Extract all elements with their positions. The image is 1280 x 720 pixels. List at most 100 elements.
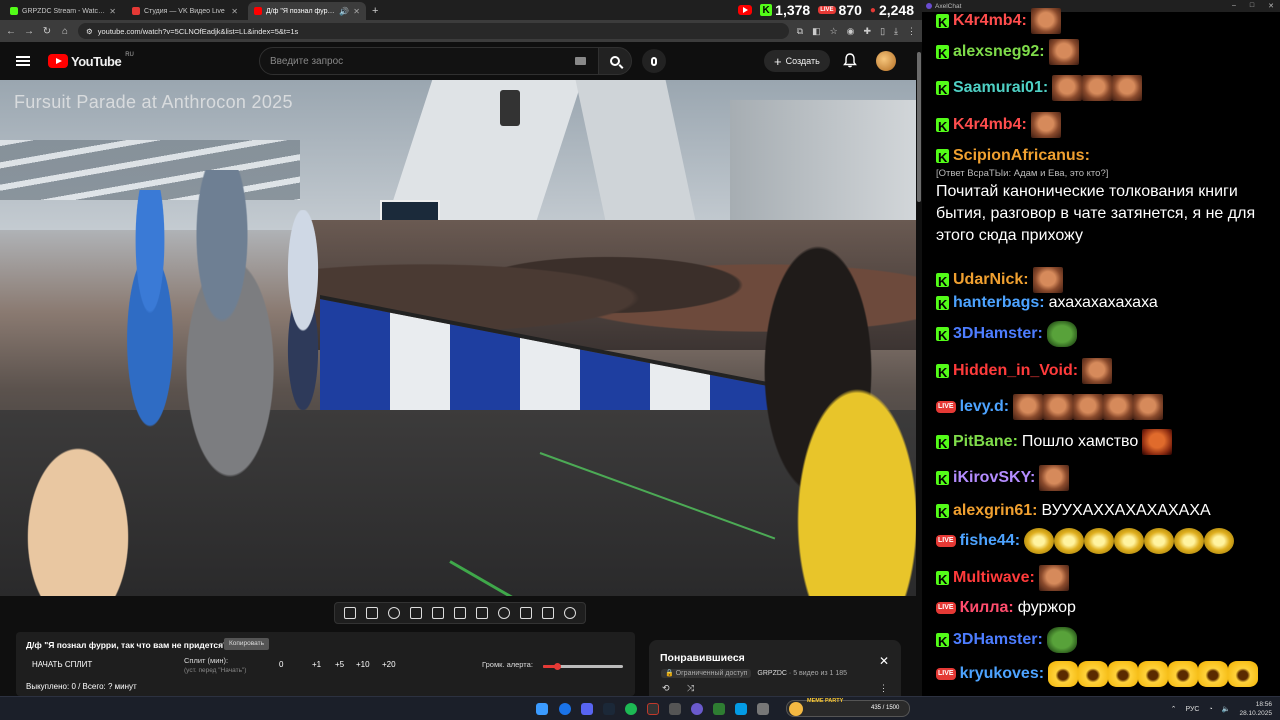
media-icon[interactable]: ◧ [812,26,821,37]
menu-icon[interactable]: ⋮ [907,26,916,37]
browser-tab-vk[interactable]: Студия — VK Видео Live ✕ [126,2,244,20]
chat-nick[interactable]: alexsneg92: [953,43,1045,60]
create-button[interactable]: + Создать [764,50,830,72]
notifications-bell-icon[interactable] [843,53,857,68]
close-tab-icon[interactable]: ✕ [109,7,116,16]
start-split-button[interactable]: НАЧАТЬ СПЛИТ [32,660,92,669]
back-icon[interactable]: ← [6,26,16,37]
chat-nick[interactable]: Multiwave: [953,569,1035,586]
sort-icon[interactable] [366,607,378,619]
chat-nick[interactable]: hanterbags: [953,294,1045,311]
app-icon[interactable] [713,703,725,715]
tray-chevron-icon[interactable]: ⌃ [1171,705,1177,713]
alert-volume-slider[interactable] [543,662,623,670]
reload-icon[interactable]: ↻ [42,26,52,37]
chat-nick[interactable]: Hidden_in_Void: [953,362,1078,379]
volume-icon[interactable]: 🔈 [1222,705,1231,713]
chat-nick[interactable]: ScipionAfricanus: [953,147,1090,164]
browser-tab-kick[interactable]: GRPZDC Stream - Watch Live o ✕ [4,2,122,20]
chat-nick[interactable]: UdarNick: [953,271,1029,288]
viewer-stats: K 1,378 LIVE 870 ● 2,248 [738,0,914,20]
language-indicator[interactable]: РУС [1185,706,1199,713]
system-tray: ⌃ РУС ◔ 🔈 18:56 28.10.2025 [1171,700,1272,718]
puzzle-icon[interactable]: ✚ [864,26,872,37]
split-icon[interactable]: ▯ [880,26,885,37]
chat-nick[interactable]: K4r4mb4: [953,116,1027,133]
playlist-owner[interactable]: GRPZDC [757,670,787,677]
playlist-more-icon[interactable]: ⋮ [879,683,888,694]
alert-volume-handle[interactable] [554,662,562,670]
app-icon[interactable] [669,703,681,715]
telegram-icon[interactable] [735,703,747,715]
chat-nick[interactable]: levy.d: [960,398,1010,415]
voice-search-button[interactable] [642,49,666,73]
new-tab-button[interactable]: + [372,2,378,20]
download-icon[interactable]: ⤓ [894,26,898,37]
chat-nick[interactable]: kryukoves: [960,665,1045,682]
clock[interactable]: 18:56 28.10.2025 [1239,700,1272,718]
page-scrollbar-thumb[interactable] [917,52,921,202]
network-icon[interactable]: ◔ [1209,706,1213,713]
split-minutes-value[interactable]: 0 [279,660,283,669]
extension-icon[interactable]: ◉ [847,26,855,37]
forward-icon[interactable]: → [24,26,34,37]
emote-gold-icon [1054,528,1085,554]
add-20-button[interactable]: +20 [382,660,396,669]
app-icon[interactable] [757,703,769,715]
add-10-button[interactable]: +10 [356,660,370,669]
add-clip-icon[interactable] [520,607,532,619]
shuffle-icon[interactable]: ⤨ [687,683,694,694]
chrome-icon[interactable] [559,703,571,715]
search-button[interactable] [598,47,632,75]
copy-button[interactable]: Копировать [224,638,269,650]
film-strip-icon[interactable] [476,607,488,619]
discord-icon[interactable] [581,703,593,715]
chat-nick[interactable]: iKirovSKY: [953,469,1035,486]
chat-nick[interactable]: fishe44: [960,532,1020,549]
steam-icon[interactable] [603,703,615,715]
add-5-button[interactable]: +5 [335,660,344,669]
obs-icon[interactable] [647,703,659,715]
chat-nick[interactable]: K4r4mb4: [953,12,1027,29]
spotify-icon[interactable] [625,703,637,715]
meme-party-widget[interactable]: MEME PARTY 435 / 1500 [786,698,910,717]
bookmark-star-icon[interactable]: ☆ [830,26,838,37]
browser-tab-youtube[interactable]: Д/ф "Я познал фурри, так 🔊 ✕ [248,2,366,20]
settings-gear-icon[interactable] [564,607,576,619]
close-playlist-icon[interactable]: ✕ [879,654,889,668]
search-input[interactable]: Введите запрос [259,47,599,75]
site-info-icon[interactable]: ⚙ [86,27,93,36]
address-bar[interactable]: ⚙ youtube.com/watch?v=5CLNOfEadjk&list=L… [78,23,789,39]
picture-in-picture-icon[interactable] [454,607,466,619]
emote-guy-icon [1039,465,1070,491]
playlist-title[interactable]: Понравившиеся [660,652,745,664]
chat-nick[interactable]: 3DHamster: [953,325,1043,342]
meme-party-label: MEME PARTY [807,698,844,704]
chat-nick[interactable]: PitBane: [953,433,1018,450]
audio-icon[interactable] [388,607,400,619]
close-tab-icon[interactable]: ✕ [231,7,238,16]
speaker-icon[interactable]: 🔊 [339,7,349,16]
chat-nick[interactable]: Килла: [960,599,1014,616]
screenshot-camera-icon[interactable] [542,607,554,619]
start-menu-icon[interactable] [536,703,548,715]
account-avatar[interactable] [876,51,896,71]
loop-icon[interactable] [344,607,356,619]
close-tab-icon[interactable]: ✕ [353,7,360,16]
add-1-button[interactable]: +1 [312,660,321,669]
open-in-app-icon[interactable]: ⧉ [797,26,803,37]
chat-nick[interactable]: alexgrin61: [953,502,1037,519]
chat-nick[interactable]: 3DHamster: [953,631,1043,648]
video-settings-icon[interactable] [410,607,422,619]
video-player[interactable]: Fursuit Parade at Anthrocon 2025 [0,80,916,596]
keyboard-icon[interactable] [575,57,586,65]
youtube-logo[interactable]: YouTube RU [48,52,134,69]
chat-nick[interactable]: Saamurai01: [953,79,1048,96]
media-player-icon[interactable] [691,703,703,715]
loop-playlist-icon[interactable]: ⟲ [662,683,670,694]
speed-gauge-icon[interactable] [498,607,510,619]
hamburger-menu-icon[interactable] [16,56,30,66]
kick-badge-icon [936,469,949,491]
clapper-icon[interactable] [432,607,444,619]
home-icon[interactable]: ⌂ [60,26,70,37]
